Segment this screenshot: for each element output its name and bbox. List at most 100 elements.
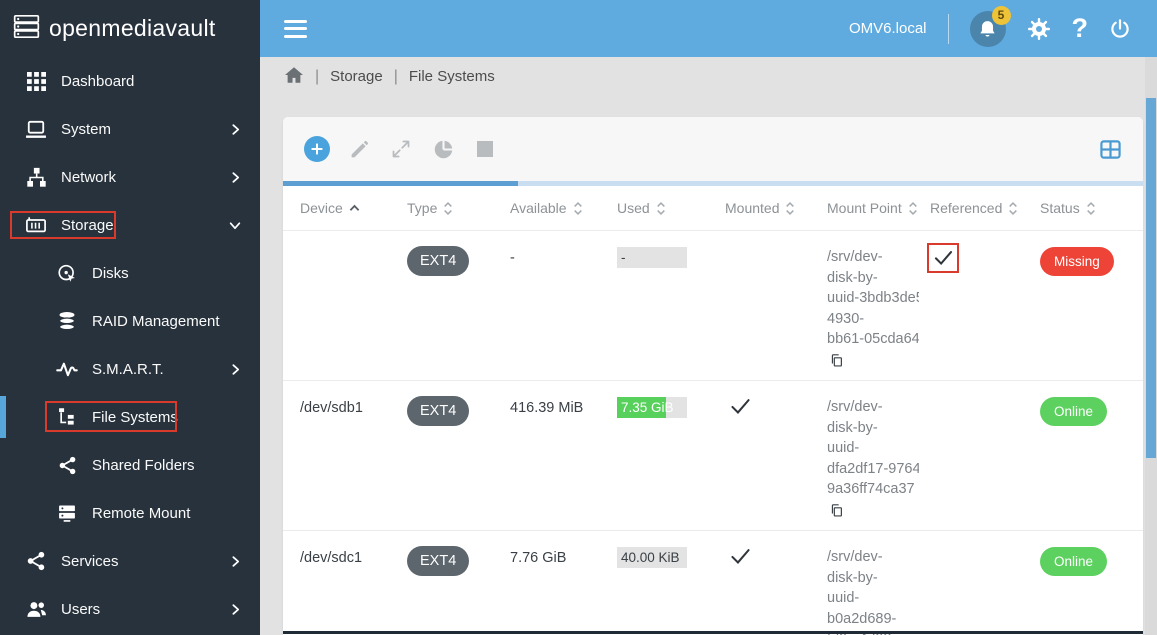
- sidebar-item-label: RAID Management: [92, 312, 220, 330]
- device-cell: [300, 231, 407, 250]
- sidebar-item-shared-folders[interactable]: Shared Folders: [0, 441, 260, 489]
- sidebar-nav: Dashboard System Network Storage Disks R…: [0, 57, 260, 633]
- sidebar-item-label: Network: [61, 168, 117, 186]
- services-icon: [24, 551, 48, 571]
- chevron-down-icon: [228, 219, 242, 232]
- available-cell: 7.76 GiB: [510, 550, 567, 566]
- table-row[interactable]: EXT4 - - /srv/dev- disk-by- uuid-3bdb3de…: [283, 230, 1143, 380]
- file-systems-tree-icon: [55, 407, 79, 427]
- column-header-type[interactable]: Type: [407, 200, 510, 216]
- sidebar-item-storage[interactable]: Storage: [0, 201, 260, 249]
- topbar: OMV6.local 5 ?: [260, 0, 1157, 57]
- table-row[interactable]: /dev/sdb1 EXT4 416.39 MiB 7.35 GiB /srv/…: [283, 380, 1143, 530]
- check-icon: [731, 399, 750, 414]
- chevron-right-icon: [229, 123, 242, 136]
- sort-icon: [1086, 201, 1095, 215]
- breadcrumb-storage[interactable]: Storage: [330, 68, 383, 85]
- column-header-used[interactable]: Used: [617, 200, 725, 216]
- scrollbar-thumb[interactable]: [1146, 98, 1156, 458]
- add-button[interactable]: [304, 136, 330, 162]
- used-label: 7.35 GiB: [621, 399, 674, 415]
- expand-arrows-icon: [392, 140, 410, 158]
- resize-button[interactable]: [388, 136, 414, 162]
- file-systems-panel: Device Type Available Used Mounted Mount…: [283, 117, 1143, 635]
- sidebar-item-label: Storage: [61, 216, 114, 234]
- gear-icon: [1027, 17, 1050, 40]
- column-header-device[interactable]: Device: [300, 200, 407, 216]
- network-icon: [24, 167, 48, 188]
- check-icon: [934, 251, 952, 266]
- mount-point-cell: /srv/dev- disk-by- uuid-3bdb3de5 4930- b…: [827, 231, 919, 375]
- sidebar-item-file-systems[interactable]: File Systems: [0, 393, 260, 441]
- topbar-divider: [947, 13, 949, 44]
- breadcrumb-file-systems[interactable]: File Systems: [409, 68, 495, 85]
- sidebar-item-system[interactable]: System: [0, 105, 260, 153]
- referenced-cell: [930, 381, 1040, 393]
- check-icon: [731, 549, 750, 564]
- progress-fill: [283, 181, 518, 186]
- column-header-status[interactable]: Status: [1040, 200, 1143, 216]
- sidebar-item-label: S.M.A.R.T.: [92, 360, 164, 378]
- breadcrumb-separator: |: [393, 67, 398, 85]
- power-icon: [1111, 18, 1129, 38]
- sidebar-item-label: Services: [61, 552, 119, 570]
- menu-icon[interactable]: [284, 19, 307, 38]
- mounted-cell: [725, 531, 827, 569]
- notifications-button[interactable]: 5: [969, 5, 1011, 47]
- table-row[interactable]: /dev/sdc1 EXT4 7.76 GiB 40.00 KiB /srv/d…: [283, 530, 1143, 635]
- notification-badge: 5: [991, 5, 1011, 25]
- sidebar-item-users[interactable]: Users: [0, 585, 260, 633]
- sidebar-item-label: File Systems: [92, 408, 178, 426]
- help-button[interactable]: ?: [1072, 15, 1089, 42]
- used-label: 40.00 KiB: [621, 549, 680, 565]
- settings-button[interactable]: [1027, 17, 1051, 41]
- pencil-icon: [351, 140, 368, 157]
- sidebar-item-network[interactable]: Network: [0, 153, 260, 201]
- app-title: openmediavault: [49, 15, 216, 41]
- copy-icon[interactable]: [830, 503, 843, 518]
- app-logo[interactable]: openmediavault: [0, 0, 260, 57]
- footer-edge: [283, 631, 1143, 634]
- copy-icon[interactable]: [830, 353, 843, 368]
- raid-icon: [55, 311, 79, 331]
- scrollbar[interactable]: [1145, 57, 1157, 635]
- type-badge: EXT4: [407, 396, 470, 426]
- home-icon[interactable]: [284, 66, 304, 88]
- sort-asc-icon: [349, 204, 360, 211]
- quota-button[interactable]: [430, 136, 456, 162]
- system-icon: [24, 120, 48, 139]
- sidebar-item-smart[interactable]: S.M.A.R.T.: [0, 345, 260, 393]
- table-header-row: Device Type Available Used Mounted Mount…: [283, 186, 1143, 230]
- sidebar-item-dashboard[interactable]: Dashboard: [0, 57, 260, 105]
- remote-mount-server-icon: [55, 503, 79, 523]
- sidebar-item-remote-mount[interactable]: Remote Mount: [0, 489, 260, 537]
- breadcrumb-separator: |: [315, 67, 320, 85]
- referenced-cell: [927, 231, 1040, 273]
- sidebar-item-label: Remote Mount: [92, 504, 191, 522]
- column-header-available[interactable]: Available: [510, 200, 617, 216]
- unmount-button[interactable]: [472, 136, 498, 162]
- used-bar: -: [617, 247, 687, 268]
- storage-icon: [24, 215, 48, 235]
- chevron-right-icon: [229, 171, 242, 184]
- pie-chart-icon: [434, 139, 453, 158]
- status-badge: Missing: [1040, 247, 1114, 276]
- sort-icon: [786, 201, 795, 215]
- sidebar-item-raid-management[interactable]: RAID Management: [0, 297, 260, 345]
- mounted-cell: [725, 231, 827, 248]
- column-header-mounted[interactable]: Mounted: [725, 200, 827, 216]
- hostname: OMV6.local: [848, 20, 927, 37]
- edit-button[interactable]: [346, 136, 372, 162]
- sort-icon: [573, 201, 582, 215]
- power-button[interactable]: [1109, 18, 1131, 40]
- type-badge: EXT4: [407, 546, 470, 576]
- available-cell: -: [510, 250, 515, 266]
- chevron-right-icon: [229, 363, 242, 376]
- column-header-referenced[interactable]: Referenced: [930, 200, 1040, 216]
- column-header-mount-point[interactable]: Mount Point: [827, 200, 930, 216]
- sidebar-item-services[interactable]: Services: [0, 537, 260, 585]
- sort-icon: [908, 201, 917, 215]
- sidebar-item-disks[interactable]: Disks: [0, 249, 260, 297]
- column-settings-button[interactable]: [1097, 136, 1123, 162]
- sort-icon: [1009, 201, 1018, 215]
